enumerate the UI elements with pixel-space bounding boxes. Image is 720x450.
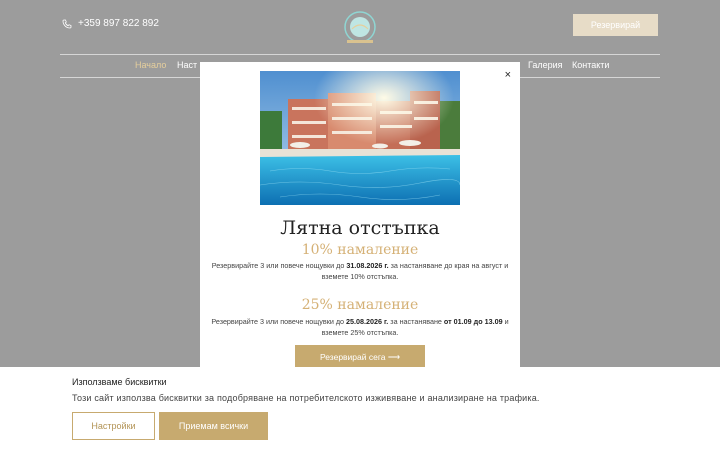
nav-item-gallery[interactable]: Галерия — [528, 60, 563, 70]
cookie-accept-button[interactable]: Приемам всички — [159, 412, 268, 440]
offer1-date: 31.08.2026 г. — [346, 261, 389, 270]
offer1-text-a: Резервирайте 3 или повече нощувки до — [211, 261, 347, 270]
hotel-pool-photo — [260, 71, 460, 205]
offer1-text: Резервирайте 3 или повече нощувки до 31.… — [208, 261, 512, 282]
offer2-text: Резервирайте 3 или повече нощувки до 25.… — [208, 317, 512, 338]
phone-number: +359 897 822 892 — [78, 18, 159, 29]
offer1-heading: 10% намаление — [301, 242, 419, 258]
cookie-title: Използваме бисквитки — [72, 377, 167, 387]
promo-modal: × Лятна отстъпка 10% намаление Резервира… — [200, 62, 520, 372]
nav-divider-top — [60, 54, 660, 55]
site-logo[interactable] — [335, 8, 385, 48]
nav-item-partial[interactable]: Наст — [177, 60, 197, 70]
offer2-date: 25.08.2026 г. — [346, 317, 389, 326]
phone-link[interactable]: +359 897 822 892 — [62, 18, 159, 29]
reserve-button[interactable]: Резервирай — [573, 14, 658, 36]
close-icon[interactable]: × — [505, 69, 511, 81]
popup-title: Лятна отстъпка — [280, 217, 440, 239]
cookie-text: Този сайт използва бисквитки за подобряв… — [72, 393, 540, 403]
offer2-period: от 01.09 до 13.09 — [443, 317, 503, 326]
offer2-heading: 25% намаление — [301, 297, 419, 313]
cookie-settings-button[interactable]: Настройки — [72, 412, 155, 440]
offer2-text-b: за настаняване — [388, 317, 444, 326]
nav-item-contacts[interactable]: Контакти — [572, 60, 609, 70]
cookie-banner: Използваме бисквитки Този сайт използва … — [0, 367, 720, 450]
phone-icon — [62, 19, 72, 28]
offer2-text-a: Резервирайте 3 или повече нощувки до — [211, 317, 347, 326]
nav-item-home[interactable]: Начало — [135, 60, 166, 70]
